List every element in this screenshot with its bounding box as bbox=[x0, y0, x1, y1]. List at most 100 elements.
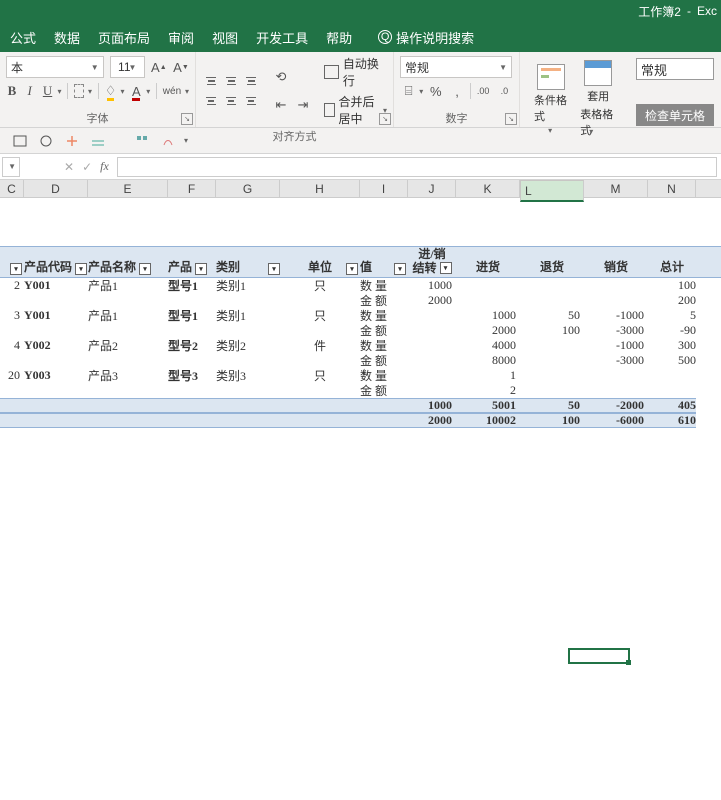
filter-button[interactable]: ▾ bbox=[10, 263, 22, 275]
col-D[interactable]: D bbox=[24, 180, 88, 197]
tab-view[interactable]: 视图 bbox=[212, 28, 238, 47]
enter-icon[interactable]: ✓ bbox=[82, 160, 92, 174]
name-box[interactable]: ▼ bbox=[2, 157, 20, 177]
qat-icon-3[interactable] bbox=[64, 133, 80, 149]
increase-decimal[interactable]: .00 bbox=[475, 82, 492, 100]
col-C[interactable]: C bbox=[0, 180, 24, 197]
accounting-button[interactable]: ⌸ bbox=[400, 82, 417, 100]
table-row: 4Y002产品2型号2类别2件数 量4000-1000300 bbox=[0, 338, 696, 353]
filter-button[interactable]: ▾ bbox=[346, 263, 358, 275]
qat-more[interactable]: ▾ bbox=[184, 136, 188, 145]
tab-formula[interactable]: 公式 bbox=[10, 28, 36, 47]
check-cell-button[interactable]: 检查单元格 bbox=[636, 104, 714, 126]
increase-font-icon[interactable]: A▲ bbox=[151, 58, 167, 76]
font-color-button[interactable]: A bbox=[130, 82, 142, 100]
table-header-row: ▾ 产品代码▾ 产品名称▾ 产品▾ 类别▾ 单位▾ 值▾ 进/销结转▾ 进货 退… bbox=[0, 246, 721, 278]
formula-bar: ▼ ✕ ✓ fx bbox=[0, 154, 721, 180]
wrap-icon bbox=[324, 65, 339, 79]
align-top[interactable] bbox=[202, 72, 220, 90]
decrease-font-icon[interactable]: A▼ bbox=[173, 58, 189, 76]
filter-button[interactable]: ▾ bbox=[139, 263, 151, 275]
align-right[interactable] bbox=[242, 92, 260, 110]
number-format-select[interactable]: 常规▼ bbox=[400, 56, 512, 78]
tab-data[interactable]: 数据 bbox=[54, 28, 80, 47]
app-name: Exc bbox=[697, 4, 717, 18]
filter-button[interactable]: ▾ bbox=[75, 263, 87, 275]
col-J[interactable]: J bbox=[408, 180, 456, 197]
table-format-icon bbox=[584, 60, 612, 86]
table-row: 2Y001产品1型号1类别1只数 量1000100 bbox=[0, 278, 696, 293]
wrap-text-button[interactable]: 自动换行 bbox=[324, 55, 387, 89]
group-alignment: ⟲ ⇤ ⇥ 自动换行 合并后居中▾ 对齐方式 ↘ bbox=[196, 52, 394, 127]
qat-icon-4[interactable] bbox=[90, 133, 106, 149]
table-row: 金 额2000200 bbox=[0, 293, 696, 308]
merge-center-button[interactable]: 合并后居中▾ bbox=[324, 93, 387, 127]
cancel-icon[interactable]: ✕ bbox=[64, 160, 74, 174]
fx-icon[interactable]: fx bbox=[100, 159, 109, 174]
col-G[interactable]: G bbox=[216, 180, 280, 197]
qat-icon-1[interactable] bbox=[12, 133, 28, 149]
align-center[interactable] bbox=[222, 92, 240, 110]
number-dialog-launcher[interactable]: ↘ bbox=[505, 113, 517, 125]
italic-button[interactable]: I bbox=[24, 82, 36, 100]
tab-dev[interactable]: 开发工具 bbox=[256, 28, 308, 47]
qat-icon-6[interactable] bbox=[160, 133, 176, 149]
table-row: 3Y001产品1型号1类别1只数 量100050-10005 bbox=[0, 308, 696, 323]
filter-button[interactable]: ▾ bbox=[268, 263, 280, 275]
align-middle[interactable] bbox=[222, 72, 240, 90]
active-cell[interactable] bbox=[568, 648, 630, 664]
style-search[interactable]: 常规 bbox=[636, 58, 714, 80]
qat-icon-5[interactable] bbox=[134, 133, 150, 149]
col-N[interactable]: N bbox=[648, 180, 696, 197]
align-left[interactable] bbox=[202, 92, 220, 110]
increase-indent[interactable]: ⇥ bbox=[294, 96, 312, 114]
ribbon: 本▼ 11▼ A▲ A▼ B I U▾ ▾ ♢▾ A▾ wén▾ 字体 ↘ bbox=[0, 52, 721, 128]
title-bar: 工作簿2 - Exc bbox=[0, 0, 721, 22]
comma-button[interactable]: , bbox=[448, 82, 465, 100]
bold-button[interactable]: B bbox=[6, 82, 18, 100]
orientation-button[interactable]: ⟲ bbox=[272, 68, 290, 86]
phonetic-button[interactable]: wén bbox=[163, 82, 181, 100]
lightbulb-icon: Q bbox=[378, 30, 392, 44]
table-row: 金 额8000-3000500 bbox=[0, 353, 696, 368]
align-bottom[interactable] bbox=[242, 72, 260, 90]
formula-input[interactable] bbox=[117, 157, 717, 177]
table-row: 金 额2000100-3000-90 bbox=[0, 323, 696, 338]
totals-row: 200010002100-6000610 bbox=[0, 413, 696, 428]
col-L[interactable]: L bbox=[520, 180, 584, 202]
table-row: 金 额2 bbox=[0, 383, 696, 398]
underline-button[interactable]: U bbox=[42, 82, 54, 100]
font-dialog-launcher[interactable]: ↘ bbox=[181, 113, 193, 125]
col-F[interactable]: F bbox=[168, 180, 216, 197]
tell-me[interactable]: Q 操作说明搜索 bbox=[378, 28, 474, 47]
tab-help[interactable]: 帮助 bbox=[326, 28, 352, 47]
format-as-table-button[interactable]: 套用 表格格式▾ bbox=[580, 60, 616, 138]
col-E[interactable]: E bbox=[88, 180, 168, 197]
conditional-format-button[interactable]: 条件格式▾ bbox=[534, 64, 568, 135]
group-styles: 条件格式▾ 套用 表格格式▾ bbox=[520, 52, 630, 127]
fill-color-button[interactable]: ♢ bbox=[105, 82, 117, 100]
col-I[interactable]: I bbox=[360, 180, 408, 197]
decrease-indent[interactable]: ⇤ bbox=[272, 96, 290, 114]
data-rows: 2Y001产品1型号1类别1只数 量1000100 金 额2000200 3Y0… bbox=[0, 278, 696, 428]
ribbon-tabs: 公式 数据 页面布局 审阅 视图 开发工具 帮助 Q 操作说明搜索 bbox=[0, 22, 721, 52]
insert-arrow-icon: ↓ bbox=[362, 366, 368, 378]
col-K[interactable]: K bbox=[456, 180, 520, 197]
border-button[interactable] bbox=[74, 84, 84, 98]
table-row: 20Y003产品3型号3类别3只数 量1 bbox=[0, 368, 696, 383]
percent-button[interactable]: % bbox=[427, 82, 444, 100]
totals-row: 1000500150-2000405 bbox=[0, 398, 696, 413]
font-size-select[interactable]: 11▼ bbox=[110, 56, 145, 78]
font-name-select[interactable]: 本▼ bbox=[6, 56, 104, 78]
col-M[interactable]: M bbox=[584, 180, 648, 197]
tab-layout[interactable]: 页面布局 bbox=[98, 28, 150, 47]
col-H[interactable]: H bbox=[280, 180, 360, 197]
merge-icon bbox=[324, 103, 335, 117]
align-dialog-launcher[interactable]: ↘ bbox=[379, 113, 391, 125]
filter-button[interactable]: ▾ bbox=[394, 263, 406, 275]
filter-button[interactable]: ▾ bbox=[440, 262, 452, 274]
decrease-decimal[interactable]: .0 bbox=[496, 82, 513, 100]
filter-button[interactable]: ▾ bbox=[195, 263, 207, 275]
tab-review[interactable]: 审阅 bbox=[168, 28, 194, 47]
qat-icon-2[interactable] bbox=[38, 133, 54, 149]
